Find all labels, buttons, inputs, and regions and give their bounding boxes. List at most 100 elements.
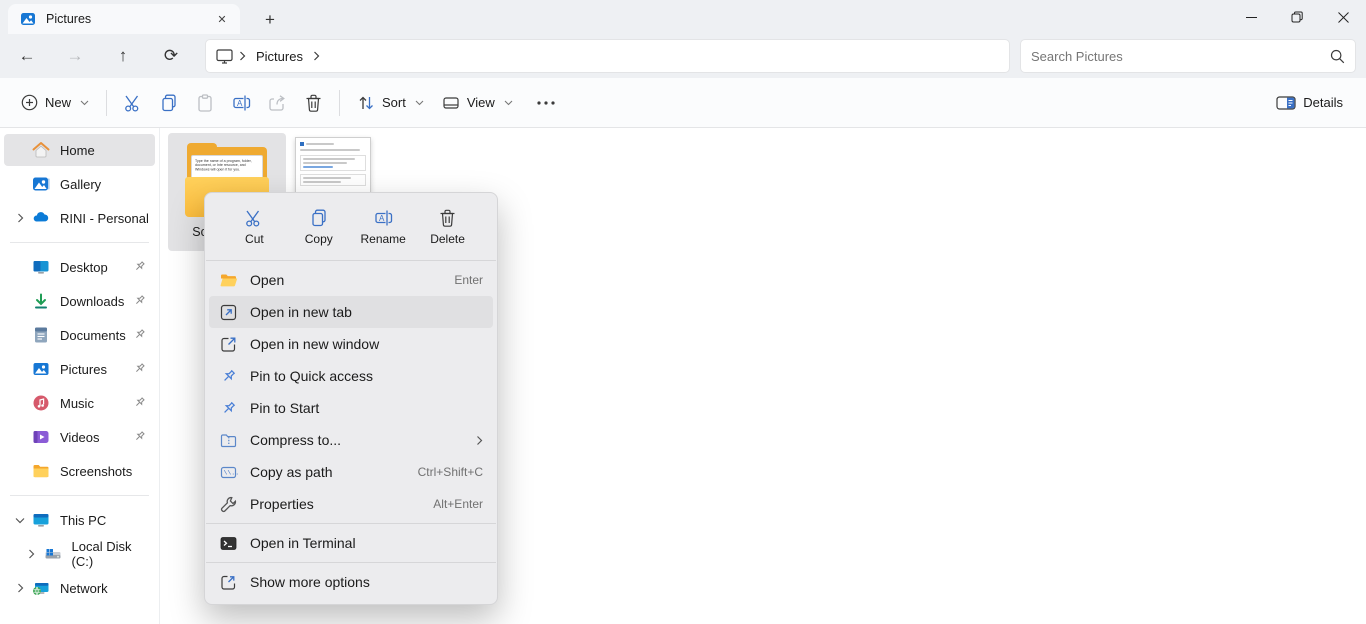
menu-item-open-in-new-window[interactable]: Open in new window — [209, 328, 493, 360]
minimize-button[interactable] — [1228, 0, 1274, 34]
sidebar-item-music[interactable]: Music — [4, 387, 155, 419]
restore-button[interactable] — [1274, 0, 1320, 34]
sidebar-item-documents[interactable]: Documents — [4, 319, 155, 351]
search-input[interactable] — [1031, 49, 1330, 64]
toolbar-divider — [339, 90, 340, 116]
copy-quick-action[interactable]: Copy — [290, 203, 348, 251]
back-button[interactable]: ← — [13, 42, 41, 70]
menu-item-show-more-options[interactable]: Show more options — [209, 566, 493, 598]
menu-shortcut: Ctrl+Shift+C — [418, 465, 483, 479]
close-button[interactable] — [1320, 0, 1366, 34]
sidebar-item-network[interactable]: Network — [4, 572, 155, 604]
open-folder-icon — [219, 271, 238, 290]
view-icon — [442, 95, 460, 111]
sidebar-item-screenshots[interactable]: Screenshots — [4, 455, 155, 487]
sidebar-item-local-disk-c[interactable]: Local Disk (C:) — [4, 538, 155, 570]
menu-item-label: Open — [250, 272, 284, 288]
rename-button[interactable]: A — [223, 86, 259, 120]
menu-item-open-in-terminal[interactable]: Open in Terminal — [209, 527, 493, 559]
details-button[interactable]: Details — [1267, 86, 1352, 120]
home-icon — [32, 141, 50, 159]
view-button-label: View — [467, 95, 495, 110]
sidebar-item-label: RINI - Personal — [60, 211, 149, 226]
sidebar-item-label: This PC — [60, 513, 106, 528]
context-menu: Cut Copy A Rename Delete Open Enter — [204, 192, 498, 605]
chevron-right-icon[interactable] — [8, 583, 32, 593]
sidebar-item-this-pc[interactable]: This PC — [4, 504, 155, 536]
chevron-right-icon[interactable] — [20, 549, 44, 559]
menu-item-properties[interactable]: Properties Alt+Enter — [209, 488, 493, 520]
new-tab-button[interactable]: + — [258, 8, 282, 32]
delete-button[interactable] — [295, 86, 331, 120]
plus-circle-icon — [21, 94, 38, 111]
copy-as-path-icon: \\.. — [219, 463, 238, 482]
search-icon[interactable] — [1330, 49, 1345, 64]
explorer-tab-pictures[interactable]: Pictures ✕ — [8, 4, 240, 34]
show-more-options-icon — [219, 573, 238, 592]
cut-quick-action[interactable]: Cut — [225, 203, 283, 251]
menu-item-pin-to-start[interactable]: Pin to Start — [209, 392, 493, 424]
local-disk-icon — [44, 545, 62, 563]
sidebar-item-label: Pictures — [60, 362, 107, 377]
menu-item-open[interactable]: Open Enter — [209, 264, 493, 296]
copy-button[interactable] — [151, 86, 187, 120]
navigation-pane: Home Gallery RINI - Personal Desktop Dow… — [0, 128, 160, 624]
sidebar-item-label: Documents — [60, 328, 126, 343]
quick-action-label: Delete — [430, 232, 465, 246]
new-button-label: New — [45, 95, 71, 110]
menu-item-open-in-new-tab[interactable]: Open in new tab — [209, 296, 493, 328]
search-box[interactable] — [1020, 39, 1356, 73]
delete-quick-action[interactable]: Delete — [419, 203, 477, 251]
new-button[interactable]: New — [12, 86, 98, 120]
view-button[interactable]: View — [433, 86, 522, 120]
chevron-right-icon[interactable] — [8, 213, 32, 223]
menu-divider — [206, 260, 496, 261]
address-bar[interactable]: Pictures — [205, 39, 1010, 73]
sidebar-item-gallery[interactable]: Gallery — [4, 168, 155, 200]
up-button[interactable]: ↑ — [109, 42, 137, 70]
tab-close-icon[interactable]: ✕ — [212, 9, 232, 29]
menu-item-label: Pin to Start — [250, 400, 319, 416]
sidebar-item-downloads[interactable]: Downloads — [4, 285, 155, 317]
menu-shortcut: Enter — [454, 273, 483, 287]
gallery-icon — [32, 175, 50, 193]
chevron-down-icon[interactable] — [8, 517, 32, 524]
rename-icon: A — [373, 208, 394, 228]
sidebar-item-label: Music — [60, 396, 94, 411]
terminal-icon — [219, 534, 238, 553]
breadcrumb-segment-pictures[interactable]: Pictures — [252, 49, 307, 64]
menu-item-label: Show more options — [250, 574, 370, 590]
pin-icon — [132, 259, 147, 274]
sidebar-item-home[interactable]: Home — [4, 134, 155, 166]
rename-quick-action[interactable]: A Rename — [354, 203, 412, 251]
sidebar-item-videos[interactable]: Videos — [4, 421, 155, 453]
sidebar-item-pictures[interactable]: Pictures — [4, 353, 155, 385]
sidebar-item-onedrive[interactable]: RINI - Personal — [4, 202, 155, 234]
menu-item-copy-as-path[interactable]: \\.. Copy as path Ctrl+Shift+C — [209, 456, 493, 488]
forward-button[interactable]: → — [61, 42, 89, 70]
file-thumbnail-image[interactable] — [295, 137, 371, 200]
sort-button[interactable]: Sort — [348, 86, 433, 120]
sort-arrows-icon — [357, 94, 375, 112]
onedrive-cloud-icon — [32, 209, 50, 227]
cut-button[interactable] — [115, 86, 151, 120]
pin-icon — [132, 361, 147, 376]
sidebar-item-label: Network — [60, 581, 108, 596]
share-button[interactable] — [259, 86, 295, 120]
this-pc-icon[interactable] — [216, 49, 233, 64]
menu-divider — [206, 523, 496, 524]
videos-icon — [32, 428, 50, 446]
breadcrumb-chevron-icon[interactable] — [313, 51, 320, 61]
sidebar-divider — [10, 495, 149, 496]
sidebar-item-desktop[interactable]: Desktop — [4, 251, 155, 283]
more-options-icon[interactable] — [528, 86, 564, 120]
menu-item-compress-to[interactable]: Compress to... — [209, 424, 493, 456]
thumbnail-titlebar-icon — [300, 142, 304, 146]
sidebar-item-label: Videos — [60, 430, 100, 445]
refresh-button[interactable]: ⟳ — [157, 42, 185, 70]
svg-text:\\..: \\.. — [224, 469, 239, 476]
zip-folder-icon — [219, 431, 238, 450]
tab-title: Pictures — [46, 12, 212, 26]
menu-item-pin-to-quick-access[interactable]: Pin to Quick access — [209, 360, 493, 392]
paste-button[interactable] — [187, 86, 223, 120]
